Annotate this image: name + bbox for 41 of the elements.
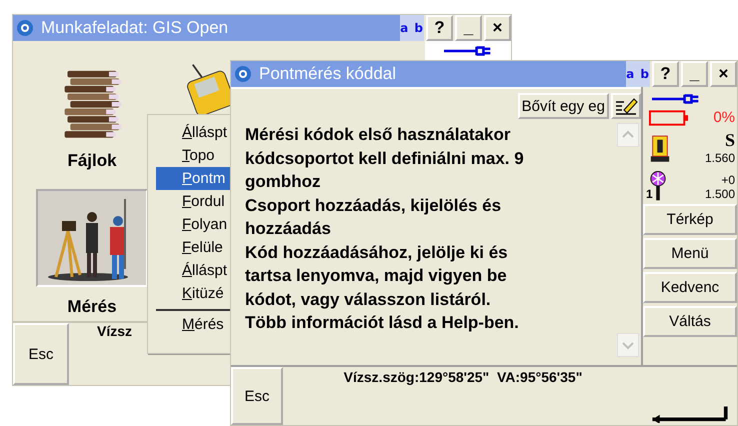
side-button[interactable]: Térkép [643,204,737,235]
battery-icon [649,110,689,126]
side-button[interactable]: Váltás [643,306,737,337]
message-line: hozzáadás [245,218,331,240]
side-button[interactable]: Kedvenc [643,272,737,303]
message-line: kódot, vagy válasszon listáról. [245,288,491,311]
escape-button[interactable]: Esc [231,367,283,425]
escape-button[interactable]: Esc [13,323,69,385]
instrument-height: 1.560 [704,151,735,165]
tile-label: Fájlok [67,151,117,171]
prism-number: 1 [646,187,653,201]
edit-button[interactable] [611,93,641,119]
tile-label: Mérés [67,297,117,317]
target-height: 1.500 [704,187,735,201]
input-mode-indicator[interactable]: a b [626,61,650,87]
angle-readout: Vízsz.szög:129°58'25" VA:95°56'35" [342,368,584,387]
message-line: Csoport hozzáadás, kijelölés és [245,194,502,216]
help-button[interactable]: ? [426,15,453,41]
pencil-icon [614,96,638,116]
prism-constant: +0 [721,173,735,187]
message-line: Mérési kódok első használatakor [245,124,510,146]
message-line: Több információt lásd a Help-ben. [245,312,519,334]
input-mode-indicator[interactable]: a b [400,15,424,41]
minimize-button[interactable]: _ [681,61,708,87]
help-button[interactable]: ? [652,61,679,87]
window-title: Pontmérés kóddal [259,64,396,84]
minimize-button[interactable]: _ [455,15,482,41]
side-button[interactable]: Menü [643,238,737,269]
message-line: tartsa lenyomva, majd vigyen be [245,265,507,287]
message-line: gombhoz [245,171,321,193]
message-line: kódcsoportot kell definiálni max. 9 [245,148,524,170]
logo-icon [15,18,35,38]
status-readout: Vízsz [97,323,132,341]
close-button[interactable]: × [710,61,737,87]
expand-button[interactable]: Bővít egy eg [518,93,609,119]
window-title: Munkafeladat: GIS Open [41,18,228,38]
close-button[interactable]: × [484,15,511,41]
logo-icon [233,64,253,84]
battery-level: 0% [713,109,735,126]
instrument-mode: S [724,130,735,151]
message-line: Kód hozzáadásához, jelölje ki és [245,242,508,264]
